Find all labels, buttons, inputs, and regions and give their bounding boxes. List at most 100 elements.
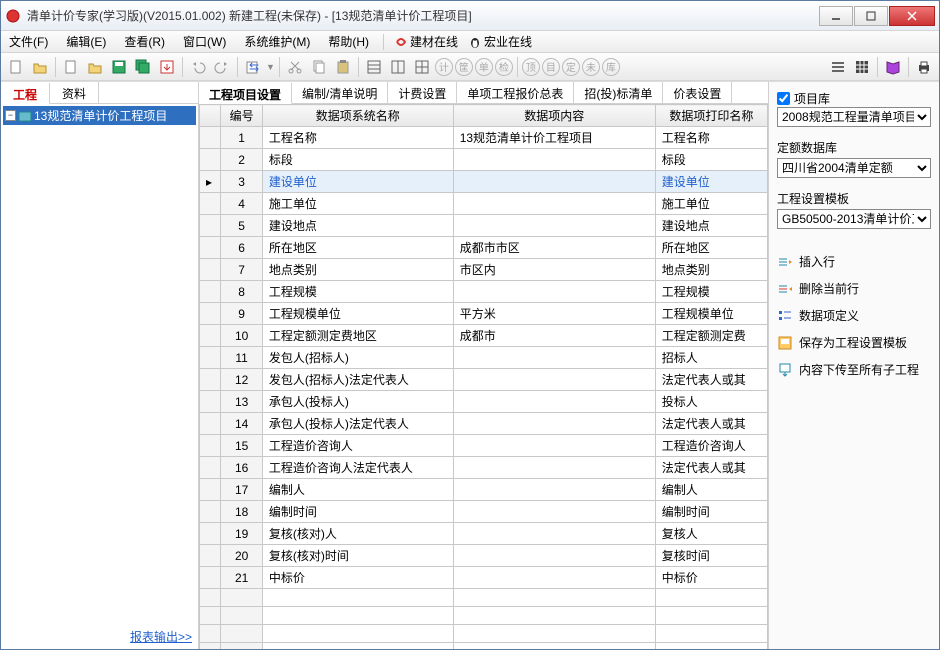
cell-sysname[interactable]: 施工单位 (262, 193, 453, 215)
cell-content[interactable] (453, 369, 655, 391)
cell-number[interactable]: 1 (221, 127, 263, 149)
col-printname[interactable]: 数据项打印名称 (655, 105, 767, 127)
cell-content[interactable] (453, 413, 655, 435)
cell-content[interactable] (453, 171, 655, 193)
export-report-link[interactable]: 报表输出>> (1, 624, 198, 649)
table-row[interactable]: 21中标价中标价 (200, 567, 768, 589)
cell-content[interactable]: 市区内 (453, 259, 655, 281)
copy-icon[interactable] (308, 56, 330, 78)
tab-fee-settings[interactable]: 计费设置 (388, 82, 457, 103)
cell-printname[interactable]: 工程规模 (655, 281, 767, 303)
jian-icon[interactable]: 检 (495, 58, 513, 76)
link-hongye[interactable]: 宏业在线 (468, 33, 532, 50)
calc-icon[interactable]: 计 (435, 58, 453, 76)
cell-content[interactable] (453, 567, 655, 589)
row-handle[interactable] (200, 501, 221, 523)
cell-number[interactable]: 10 (221, 325, 263, 347)
cell-sysname[interactable]: 建设单位 (262, 171, 453, 193)
cell-sysname[interactable]: 工程名称 (262, 127, 453, 149)
tab-summary[interactable]: 单项工程报价总表 (457, 82, 574, 103)
menu-maintain[interactable]: 系统维护(M) (240, 31, 314, 52)
cell-content[interactable] (453, 347, 655, 369)
cell-printname[interactable]: 法定代表人或其 (655, 457, 767, 479)
cell-sysname[interactable] (262, 643, 453, 650)
row-handle[interactable] (200, 237, 221, 259)
project-tree[interactable]: − 13规范清单计价工程项目 (1, 104, 198, 624)
ding2-icon[interactable]: 定 (562, 58, 580, 76)
row-handle[interactable] (200, 479, 221, 501)
list-icon[interactable] (827, 56, 849, 78)
row-handle[interactable] (200, 413, 221, 435)
row-handle[interactable] (200, 643, 221, 650)
cell-number[interactable]: 12 (221, 369, 263, 391)
cell-content[interactable] (453, 435, 655, 457)
cell-sysname[interactable]: 工程定额测定费地区 (262, 325, 453, 347)
open-icon[interactable] (29, 56, 51, 78)
menu-window[interactable]: 窗口(W) (179, 31, 230, 52)
table-row[interactable]: ▸3建设单位建设单位 (200, 171, 768, 193)
row-handle[interactable] (200, 607, 221, 625)
cell-content[interactable] (453, 523, 655, 545)
cell-number[interactable]: 15 (221, 435, 263, 457)
cell-sysname[interactable]: 复核(核对)时间 (262, 545, 453, 567)
table-row[interactable]: 5建设地点建设地点 (200, 215, 768, 237)
cell-content[interactable]: 平方米 (453, 303, 655, 325)
data-grid[interactable]: 编号 数据项系统名称 数据项内容 数据项打印名称 1工程名称13规范清单计价工程… (199, 104, 768, 649)
cut-icon[interactable] (284, 56, 306, 78)
cell-content[interactable] (453, 589, 655, 607)
table-row[interactable] (200, 625, 768, 643)
row-handle[interactable] (200, 369, 221, 391)
cell-content[interactable] (453, 281, 655, 303)
cell-sysname[interactable]: 发包人(招标人)法定代表人 (262, 369, 453, 391)
table-row[interactable]: 14承包人(投标人)法定代表人法定代表人或其 (200, 413, 768, 435)
project-lib-checkbox[interactable]: 项目库 (777, 90, 931, 107)
cell-number[interactable]: 14 (221, 413, 263, 435)
cell-number[interactable]: 3 (221, 171, 263, 193)
cell-number[interactable]: 13 (221, 391, 263, 413)
cell-number[interactable]: 21 (221, 567, 263, 589)
cell-number[interactable]: 2 (221, 149, 263, 171)
cell-printname[interactable] (655, 625, 767, 643)
cell-sysname[interactable]: 工程造价咨询人 (262, 435, 453, 457)
expand-icon[interactable]: − (5, 110, 16, 121)
row-handle[interactable] (200, 589, 221, 607)
cell-sysname[interactable]: 编制人 (262, 479, 453, 501)
cell-number[interactable]: 18 (221, 501, 263, 523)
cell-sysname[interactable]: 工程规模单位 (262, 303, 453, 325)
grid-icon[interactable] (851, 56, 873, 78)
cell-content[interactable] (453, 193, 655, 215)
tab-notes[interactable]: 编制/清单说明 (292, 82, 388, 103)
row-handle[interactable] (200, 435, 221, 457)
cell-content[interactable] (453, 625, 655, 643)
cell-number[interactable]: 19 (221, 523, 263, 545)
cell-printname[interactable]: 工程造价咨询人 (655, 435, 767, 457)
col-handle[interactable] (200, 105, 221, 127)
cell-printname[interactable]: 工程规模单位 (655, 303, 767, 325)
row-handle[interactable] (200, 149, 221, 171)
paste-icon[interactable] (332, 56, 354, 78)
table-row[interactable]: 4施工单位施工单位 (200, 193, 768, 215)
tab-project-settings[interactable]: 工程项目设置 (199, 83, 292, 104)
cell-sysname[interactable] (262, 589, 453, 607)
cell-number[interactable]: 11 (221, 347, 263, 369)
row-handle[interactable] (200, 523, 221, 545)
cell-number[interactable]: 6 (221, 237, 263, 259)
cell-sysname[interactable]: 地点类别 (262, 259, 453, 281)
table-row[interactable] (200, 589, 768, 607)
cell-sysname[interactable]: 所在地区 (262, 237, 453, 259)
cell-number[interactable]: 7 (221, 259, 263, 281)
row-handle[interactable] (200, 545, 221, 567)
grid1-icon[interactable] (363, 56, 385, 78)
table-row[interactable]: 15工程造价咨询人工程造价咨询人 (200, 435, 768, 457)
cell-sysname[interactable]: 编制时间 (262, 501, 453, 523)
cell-printname[interactable]: 建设地点 (655, 215, 767, 237)
tree-root[interactable]: − 13规范清单计价工程项目 (3, 106, 196, 125)
menu-view[interactable]: 查看(R) (120, 31, 169, 52)
cell-printname[interactable]: 建设单位 (655, 171, 767, 193)
cell-sysname[interactable] (262, 625, 453, 643)
cell-printname[interactable]: 所在地区 (655, 237, 767, 259)
table-row[interactable]: 20复核(核对)时间复核时间 (200, 545, 768, 567)
cell-sysname[interactable]: 标段 (262, 149, 453, 171)
cell-content[interactable]: 13规范清单计价工程项目 (453, 127, 655, 149)
menu-file[interactable]: 文件(F) (5, 31, 52, 52)
